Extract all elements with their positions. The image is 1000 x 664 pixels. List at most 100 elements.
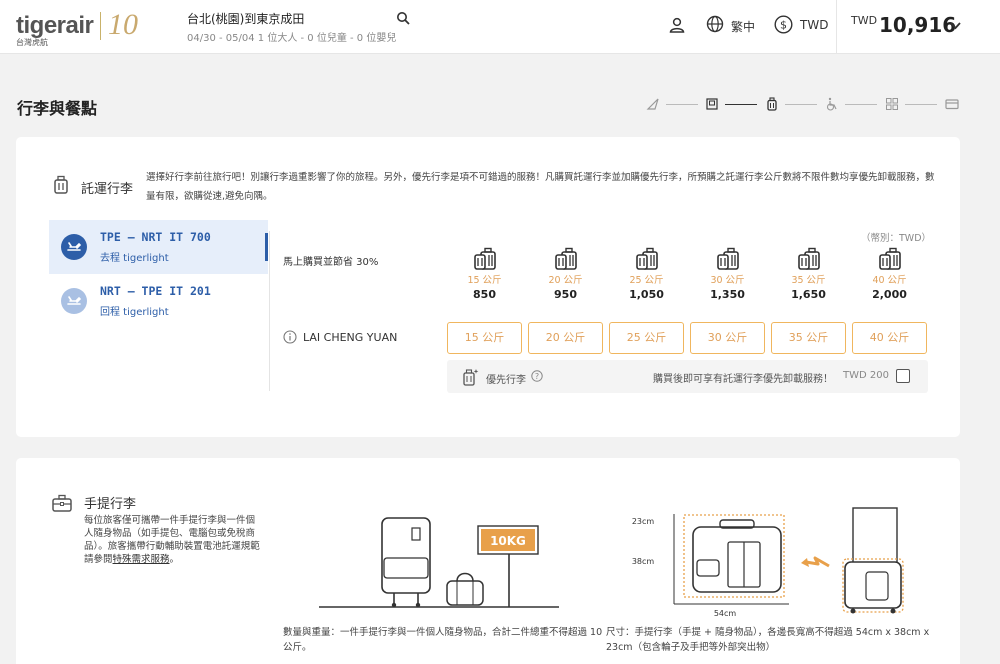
flight-fare-type: 回程 tigerlight [100,307,169,318]
select-30kg-button[interactable]: 30 公斤 [690,322,765,354]
price-label: 1,350 [710,288,745,301]
svg-text:?: ? [535,372,539,381]
price-label: 1,650 [791,288,826,301]
tigerair-logo[interactable]: tigerair 台灣虎航 [16,10,96,47]
luggage-icon [54,175,68,194]
baggage-option-30: 30 公斤 1,350 [690,247,765,301]
credit-card-step-icon[interactable] [945,97,959,111]
carry-on-card: 手提行李 每位旅客僅可攜帶一件手提行李與一件個人隨身物品（如手提包、電腦包或免稅… [16,458,960,664]
info-icon[interactable] [283,330,297,344]
select-15kg-button[interactable]: 15 公斤 [447,322,522,354]
select-35kg-button[interactable]: 35 公斤 [771,322,846,354]
weight-label: 35 公斤 [791,275,826,286]
price-label: 1,050 [629,288,664,301]
special-needs-link[interactable]: 特殊需求服務 [113,554,170,565]
step-connector [785,104,817,105]
help-icon[interactable]: ? [531,370,543,382]
briefcase-icon [52,494,72,512]
search-icon[interactable] [396,11,410,25]
baggage-option-15: 15 公斤 850 [447,247,522,301]
select-40kg-button[interactable]: 40 公斤 [852,322,927,354]
svg-text:$: $ [780,19,787,32]
checked-baggage-card: 託運行李 選擇好行李前往旅行吧！別讓行李過重影響了你的旅程。另外，優先行李是項不… [16,137,960,437]
route-title: 台北(桃園)到東京成田 [187,12,305,26]
height-label: 23cm [632,517,655,526]
grid-step-icon[interactable] [885,97,899,111]
weight-label: 40 公斤 [872,275,907,286]
top-header: tigerair 台灣虎航 10 台北(桃園)到東京成田 04/30 - 05/… [0,0,1000,54]
flight-fare-type: 去程 tigerlight [100,253,169,264]
weight-rule-caption: 數量與重量：一件手提行李與一件個人隨身物品，合計二件總重不得超過 10 公斤。 [283,627,603,653]
baggage-option-40: 40 公斤 2,000 [852,247,927,301]
priority-luggage-icon [463,369,479,386]
luggage-step-icon[interactable] [765,97,779,111]
weight-label: 30 公斤 [710,275,745,286]
carry-desc-end: 。 [169,554,180,565]
priority-label: 優先行李 [486,375,526,386]
logo-text: tigerair [16,12,94,39]
weight-label: 25 公斤 [629,275,664,286]
flight-tab-outbound[interactable]: TPE – NRT IT 700 去程 tigerlight [49,220,268,274]
currency-note: （幣別：TWD） [861,233,932,244]
seat-step-icon[interactable] [705,97,719,111]
price-label: 950 [554,288,577,301]
logo-subtext: 台灣虎航 [16,38,48,47]
route-summary: 04/30 - 05/04 1 位大人 - 0 位兒童 - 0 位嬰兒 [187,33,397,44]
baggage-option-35: 35 公斤 1,650 [771,247,846,301]
header-divider [836,0,837,54]
step-connector [845,104,877,105]
price-label: 2,000 [872,288,907,301]
column-divider [269,231,270,391]
width-label: 54cm [714,609,737,618]
plane-step-icon[interactable] [646,97,660,111]
priority-checkbox[interactable] [896,369,910,383]
luggage-stack-icon [716,247,739,270]
size-rule-caption: 尺寸：手提行李（手提 + 隨身物品），各邊長寬高不得超過 54cm x 38cm… [606,627,930,653]
weight-sign-text: 10KG [490,534,526,548]
step-connector [905,104,937,105]
section-title: 託運行李 [81,182,134,197]
depth-label: 38cm [632,557,655,566]
baggage-option-25: 25 公斤 1,050 [609,247,684,301]
step-connector [725,104,757,105]
flight-code: NRT – TPE IT 201 [100,284,211,298]
priority-baggage-row: 優先行李 ? 購買後即可享有託運行李優先卸載服務！ TWD 200 [447,360,928,393]
weight-label: 15 公斤 [467,275,502,286]
section-title: 手提行李 [84,497,137,512]
departure-plane-icon [61,234,87,260]
active-tab-indicator [265,233,268,261]
wheelchair-step-icon[interactable] [825,97,839,111]
anniversary-logo: 10 [108,8,138,41]
weight-label: 20 公斤 [548,275,583,286]
step-connector [666,104,698,105]
luggage-stack-icon [473,247,496,270]
language-selector[interactable]: 繁中 [731,18,755,35]
page-title: 行李與餐點 [17,99,98,118]
luggage-stack-icon [878,247,901,270]
flight-code: TPE – NRT IT 700 [100,230,211,244]
baggage-intro-text: 選擇好行李前往旅行吧！別讓行李過重影響了你的旅程。另外，優先行李是項不可錯過的服… [146,172,935,202]
price-label: 850 [473,288,496,301]
chevron-down-icon[interactable] [949,19,962,32]
luggage-stack-icon [554,247,577,270]
promo-text: 馬上購買並節省 30% [283,257,379,268]
carry-on-description: 每位旅客僅可攜帶一件手提行李與一件個人隨身物品（如手提包、電腦包或免稅商品）。旅… [84,514,264,566]
priority-note: 購買後即可享有託運行李優先卸載服務！ [653,374,833,385]
flight-tab-return[interactable]: NRT – TPE IT 201 回程 tigerlight [49,274,268,328]
total-amount[interactable]: 10,916 [879,13,956,37]
luggage-stack-icon [635,247,658,270]
departure-plane-icon [61,288,87,314]
globe-icon[interactable] [706,15,724,33]
select-20kg-button[interactable]: 20 公斤 [528,322,603,354]
passenger-name: LAI CHENG YUAN [303,331,398,344]
baggage-option-20: 20 公斤 950 [528,247,603,301]
user-icon[interactable] [668,16,686,34]
currency-selector[interactable]: TWD [800,18,828,32]
luggage-stack-icon [797,247,820,270]
select-25kg-button[interactable]: 25 公斤 [609,322,684,354]
total-currency: TWD [851,14,878,27]
carry-on-weight-illustration: 10KG [319,517,559,608]
dollar-icon[interactable]: $ [774,15,793,34]
priority-price: TWD 200 [843,370,889,381]
logo-divider [100,12,101,40]
